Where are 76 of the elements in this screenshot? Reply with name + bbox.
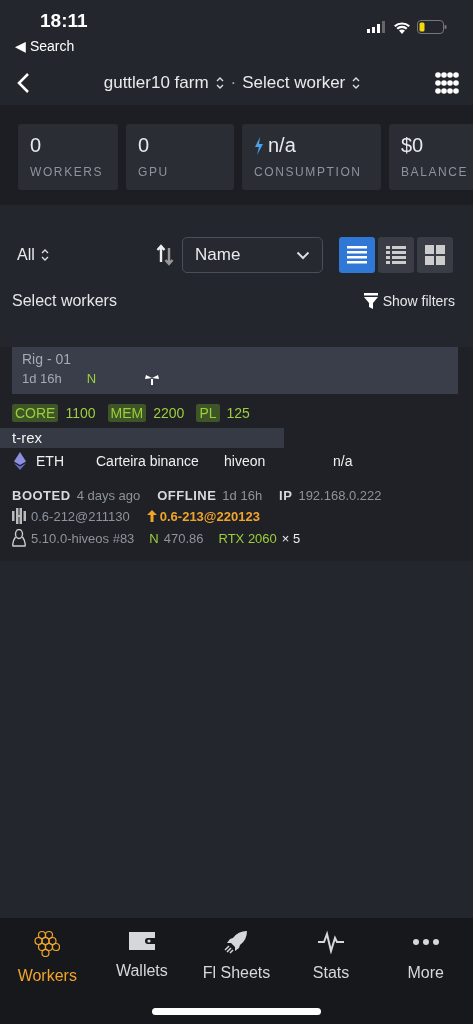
miner-name: t-rex	[0, 428, 284, 448]
tag-label: CORE	[12, 404, 59, 422]
updown-icon	[351, 75, 362, 90]
sort-dropdown[interactable]: Name	[182, 237, 323, 273]
lightning-icon	[254, 136, 264, 155]
updown-icon	[214, 75, 225, 90]
farm-selector[interactable]: guttler10 farm	[103, 72, 209, 93]
worker-selector[interactable]: Select worker	[242, 72, 346, 93]
pool-name: hiveon	[224, 453, 267, 469]
gpu-count: × 5	[281, 530, 301, 546]
more-icon	[412, 939, 439, 945]
worker-header[interactable]: Rig - 01 1d 16h N	[12, 347, 458, 394]
signal-icon	[367, 21, 387, 33]
updown-icon	[39, 248, 50, 262]
stat-value: n/a	[268, 134, 296, 157]
fact-label: BOOTED	[12, 488, 71, 503]
tab-item[interactable]: More	[378, 930, 473, 990]
stat-label: CONSUMPTION	[254, 165, 363, 179]
tab-item[interactable]: Fl Sheets	[189, 930, 284, 990]
gpu-model: RTX 2060	[218, 530, 277, 546]
detail-list-icon	[386, 245, 406, 265]
honeycomb-icon	[34, 930, 61, 957]
separator-dot: ·	[230, 72, 237, 93]
battery-icon	[417, 20, 447, 34]
stat-value: 0	[30, 134, 42, 157]
chevron-down-icon	[296, 250, 310, 260]
view-toggle[interactable]	[339, 237, 375, 273]
grid-view-icon	[425, 245, 445, 265]
fact-value: 192.168.0.222	[298, 488, 382, 503]
rocket-icon	[224, 930, 249, 954]
tag-label: PL	[196, 404, 220, 422]
apps-grid-icon[interactable]	[435, 71, 459, 94]
wifi-icon	[393, 20, 411, 34]
section-label: Select workers	[12, 292, 117, 310]
pulse-icon	[318, 930, 345, 954]
view-toggle[interactable]	[417, 237, 453, 273]
hive-logo-icon	[12, 508, 26, 524]
filter-selector[interactable]: All	[17, 246, 35, 264]
hashrate: n/a	[333, 453, 353, 469]
back-link[interactable]: ◀ Search	[15, 38, 75, 54]
list-view-icon	[347, 245, 367, 265]
ethereum-icon	[14, 452, 26, 470]
tag-value: 125	[226, 405, 250, 421]
show-filters-button[interactable]: Show filters	[363, 293, 455, 309]
fact-value: 4 days ago	[76, 488, 141, 503]
stat-label: BALANCE	[401, 165, 470, 179]
driver-version: 470.86	[163, 530, 204, 546]
driver-label: N	[149, 530, 159, 546]
uptime: 1d 16h	[22, 371, 62, 386]
tab-item[interactable]: Stats	[283, 930, 379, 990]
arrow-up-icon	[146, 510, 157, 522]
back-icon[interactable]	[16, 71, 30, 94]
stat-label: WORKERS	[30, 165, 105, 179]
update-version[interactable]: 0.6-213@220123	[146, 508, 260, 524]
current-version: 0.6-212@211130	[31, 508, 130, 524]
sort-icon[interactable]	[156, 244, 174, 266]
tab-item[interactable]: Wallets	[94, 930, 190, 990]
stat-value: $0	[401, 134, 424, 157]
stat-value: 0	[138, 134, 150, 157]
tag-value: 2200	[153, 405, 185, 421]
fact-value: 1d 16h	[222, 488, 263, 503]
tag-label: MEM	[107, 404, 147, 422]
fact-label: IP	[279, 488, 293, 503]
wallet-icon	[128, 930, 155, 952]
clock: 18:11	[40, 10, 88, 32]
fact-label: OFFLINE	[157, 488, 217, 503]
view-toggle[interactable]	[378, 237, 414, 273]
gpu-brand-label: N	[86, 371, 97, 386]
tag-value: 1100	[65, 405, 96, 421]
tab-item[interactable]: Workers	[0, 930, 95, 990]
filter-icon	[363, 293, 378, 309]
kernel-version: 5.10.0-hiveos #83	[31, 530, 135, 546]
worker-name: Rig - 01	[22, 351, 73, 367]
wallet-name: Carteira binance	[96, 453, 200, 469]
stat-label: GPU	[138, 165, 170, 179]
coin-name: ETH	[36, 453, 65, 469]
